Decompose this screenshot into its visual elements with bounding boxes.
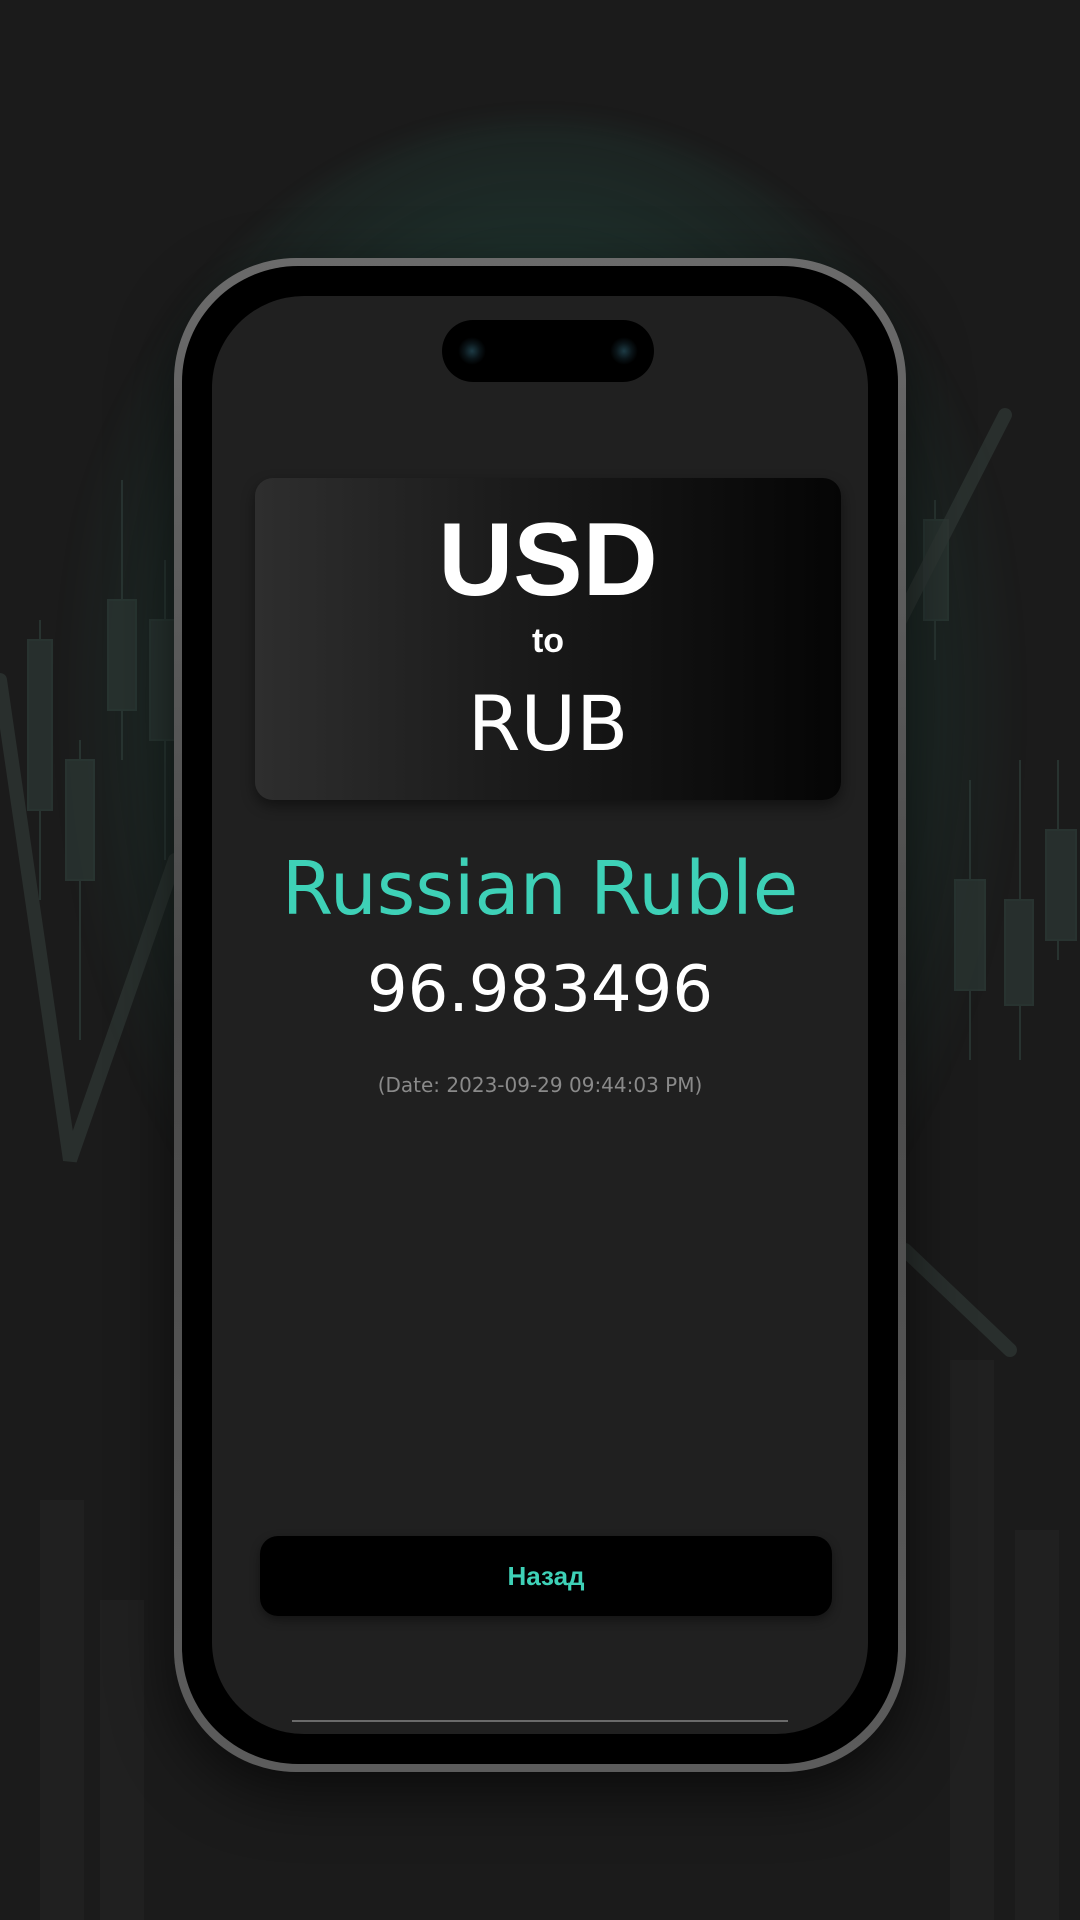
camera-lens-icon (458, 337, 486, 365)
exchange-rate-value: 96.983496 (366, 953, 714, 1027)
app-stage: USD to RUB Russian Ruble 96.983496 (Date… (0, 0, 1080, 1920)
target-currency-name: Russian Ruble (281, 846, 799, 932)
currency-pair-card: USD to RUB (255, 478, 841, 800)
phone-frame: USD to RUB Russian Ruble 96.983496 (Date… (174, 258, 906, 1772)
sensor-lens-icon (610, 337, 638, 365)
screen-edge-divider (292, 1720, 788, 1722)
from-currency-code: USD (438, 502, 658, 618)
back-button[interactable]: Назад (260, 1536, 832, 1616)
rate-timestamp: (Date: 2023-09-29 09:44:03 PM) (377, 1073, 703, 1097)
phone-screen: USD to RUB Russian Ruble 96.983496 (Date… (212, 296, 868, 1734)
phone-bezel: USD to RUB Russian Ruble 96.983496 (Date… (182, 266, 898, 1764)
to-connector-label: to (531, 622, 565, 660)
dynamic-island (442, 320, 654, 382)
to-currency-code: RUB (467, 679, 629, 768)
